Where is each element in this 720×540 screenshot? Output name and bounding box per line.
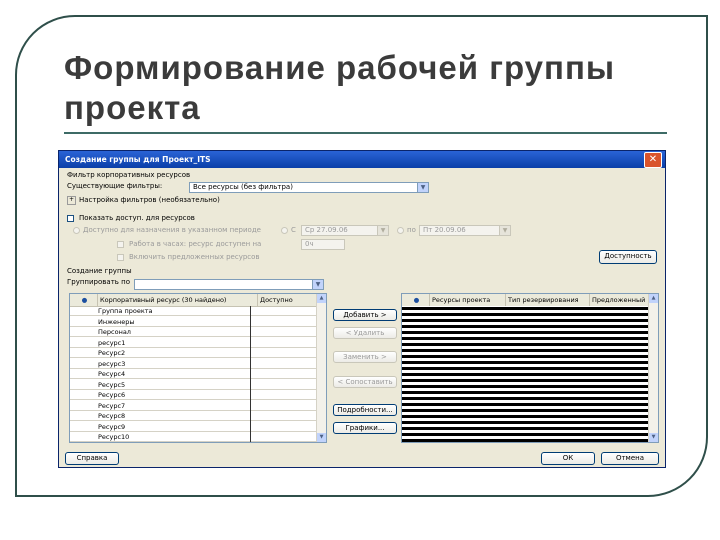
table-row[interactable]: ресурс3 [70, 359, 326, 369]
hours-value: 0ч [305, 240, 314, 248]
resource-name: Ресурс6 [98, 391, 126, 399]
table-row[interactable]: Группа проекта [70, 306, 326, 316]
table-row[interactable]: Ресурс7 [70, 401, 326, 411]
table-row[interactable]: Персонал [70, 327, 326, 337]
close-icon[interactable]: ✕ [644, 152, 662, 168]
period-to-select[interactable]: Пт 20.09.06 ▼ [419, 225, 511, 236]
info-icon: ● [70, 294, 98, 306]
resource-name: ресурс3 [98, 359, 126, 368]
remove-button[interactable]: < Удалить [333, 327, 397, 339]
scroll-down-icon[interactable]: ▼ [317, 433, 326, 442]
column-divider [250, 306, 251, 442]
period-from-radio[interactable] [281, 227, 288, 234]
scroll-up-icon[interactable]: ▲ [649, 294, 658, 303]
left-grid-scrollbar[interactable]: ▲ ▼ [316, 294, 326, 442]
period-from-select[interactable]: Ср 27.09.06 ▼ [301, 225, 389, 236]
custom-filters-label[interactable]: Настройка фильтров (необязательно) [79, 196, 220, 204]
include-proposed-checkbox[interactable] [117, 254, 124, 261]
match-button[interactable]: < Сопоставить [333, 376, 397, 388]
table-row[interactable]: Ресурс10 [70, 432, 326, 442]
existing-filters-select[interactable]: Все ресурсы (без фильтра) ▼ [189, 182, 429, 193]
resource-name: Группа проекта [98, 307, 153, 315]
scroll-up-icon[interactable]: ▲ [317, 294, 326, 303]
period-from-value: Ср 27.09.06 [305, 226, 348, 234]
help-button[interactable]: Справка [65, 452, 119, 465]
period-to-radio[interactable] [397, 227, 404, 234]
period-from-label: С [291, 226, 296, 234]
info-icon: ● [402, 294, 430, 306]
add-button[interactable]: Добавить > [333, 309, 397, 321]
hours-input[interactable]: 0ч [301, 239, 345, 250]
details-button[interactable]: Подробности... [333, 404, 397, 416]
graphs-button[interactable]: Графики... [333, 422, 397, 434]
resource-name: Ресурс9 [98, 422, 126, 431]
availability-checkbox-label: Показать доступ. для ресурсов [79, 214, 195, 222]
availability-radio-label: Доступно для назначения в указанном пери… [83, 226, 261, 234]
chevron-down-icon: ▼ [499, 226, 510, 235]
table-row[interactable]: Ресурс6 [70, 390, 326, 400]
dialog-titlebar[interactable]: Создание группы для Проект_ITS ✕ [59, 151, 665, 168]
existing-filters-label: Существующие фильтры: [67, 182, 163, 190]
chevron-down-icon: ▼ [417, 183, 428, 192]
scroll-down-icon[interactable]: ▼ [649, 433, 658, 442]
resource-name: Инженеры [98, 317, 135, 326]
table-row[interactable]: Ресурс9 [70, 422, 326, 432]
col-booking-type[interactable]: Тип резервирования [506, 294, 590, 306]
hours-checkbox-label: Работа в часах: ресурс доступен на [129, 240, 262, 248]
period-to-value: Пт 20.09.06 [423, 226, 466, 234]
period-to-label: по [407, 226, 416, 234]
table-row[interactable]: Ресурс4 [70, 369, 326, 379]
table-row[interactable]: Ресурс8 [70, 411, 326, 421]
table-row[interactable]: Ресурс2 [70, 348, 326, 358]
expand-toggle-icon[interactable]: + [67, 196, 76, 205]
resource-name: Ресурс2 [98, 349, 126, 357]
dialog-title: Создание группы для Проект_ITS [65, 155, 211, 164]
col-project-resources[interactable]: Ресурсы проекта [430, 294, 506, 306]
group-by-select[interactable]: ▼ [134, 279, 324, 290]
project-resources-area [402, 306, 649, 442]
col-enterprise-resource[interactable]: Корпоративный ресурс (30 найдено) [98, 294, 258, 306]
resource-name: ресурс1 [98, 338, 126, 347]
include-proposed-label: Включить предложенных ресурсов [129, 253, 260, 261]
chevron-down-icon: ▼ [377, 226, 388, 235]
slide-title: Формирование рабочей группы проекта [64, 48, 684, 128]
build-team-dialog: Создание группы для Проект_ITS ✕ Фильтр … [58, 150, 666, 468]
availability-checkbox[interactable] [67, 215, 74, 222]
resource-name: Ресурс10 [98, 433, 130, 441]
slide-title-line2: проекта [64, 89, 201, 126]
title-rule [64, 132, 667, 134]
availability-button[interactable]: Доступность [599, 250, 657, 264]
chevron-down-icon: ▼ [312, 280, 323, 289]
group-section-label: Создание группы [67, 267, 132, 275]
availability-radio[interactable] [73, 227, 80, 234]
project-resources-grid[interactable]: ● Ресурсы проекта Тип резервирования Пре… [401, 293, 659, 443]
resource-name: Ресурс5 [98, 380, 126, 389]
col-available[interactable]: Доступно [258, 294, 318, 306]
slide-title-line1: Формирование рабочей группы [64, 49, 616, 86]
table-row[interactable]: ресурс1 [70, 338, 326, 348]
existing-filters-value: Все ресурсы (без фильтра) [193, 183, 293, 191]
replace-button[interactable]: Заменить > [333, 351, 397, 363]
table-row[interactable]: Инженеры [70, 317, 326, 327]
table-row[interactable]: Ресурс5 [70, 380, 326, 390]
ok-button[interactable]: ОК [541, 452, 595, 465]
hours-checkbox[interactable] [117, 241, 124, 248]
enterprise-resources-grid[interactable]: ● Корпоративный ресурс (30 найдено) Дост… [69, 293, 327, 443]
resource-name: Ресурс7 [98, 401, 126, 410]
filter-section-label: Фильтр корпоративных ресурсов [67, 171, 191, 179]
resource-name: Ресурс4 [98, 370, 126, 378]
group-by-label: Группировать по [67, 278, 130, 286]
right-grid-scrollbar[interactable]: ▲ ▼ [648, 294, 658, 442]
resource-name: Персонал [98, 328, 131, 336]
col-proposed[interactable]: Предложенный [590, 294, 650, 306]
cancel-button[interactable]: Отмена [601, 452, 659, 465]
resource-name: Ресурс8 [98, 412, 126, 420]
